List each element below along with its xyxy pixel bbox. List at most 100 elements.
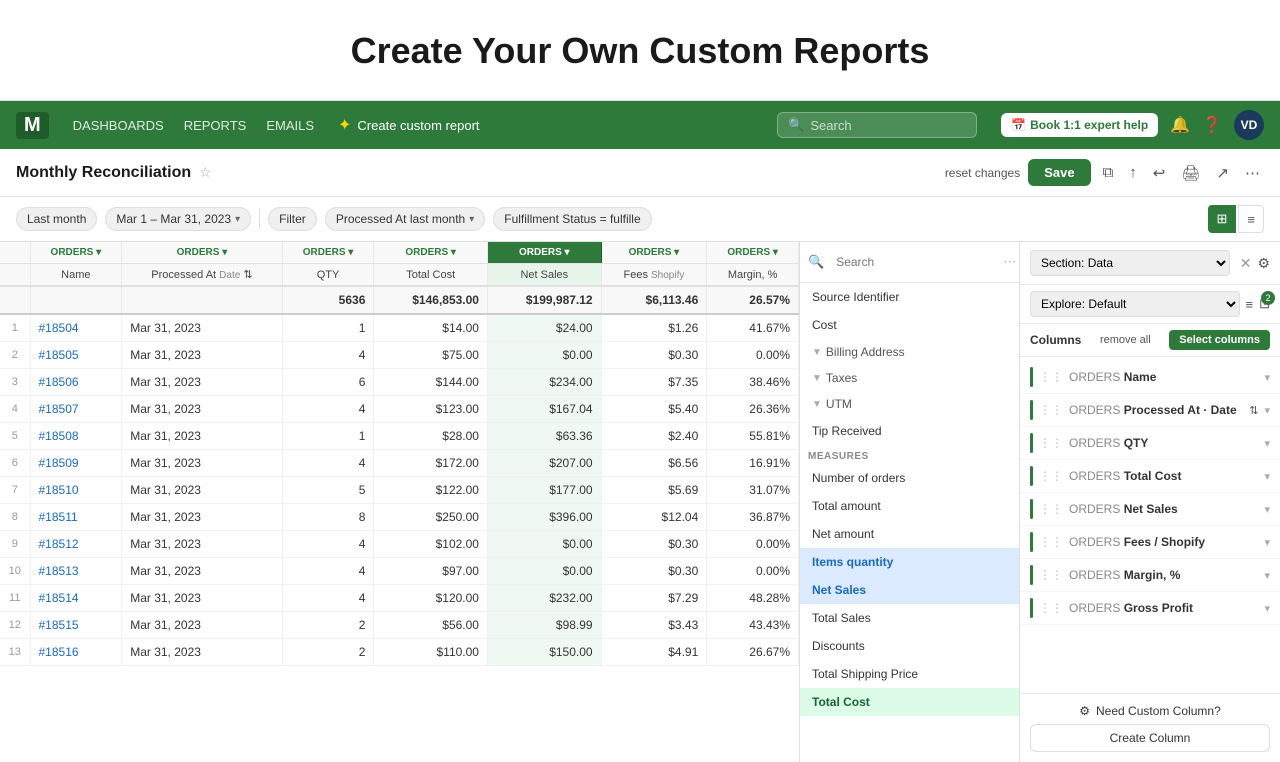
hero-title: Create Your Own Custom Reports <box>0 30 1280 72</box>
print-icon-btn[interactable]: 🖨 <box>1177 160 1204 186</box>
create-custom-report-btn[interactable]: ✦ Create custom report <box>338 115 480 135</box>
drag-handle[interactable]: ⋮⋮ <box>1039 535 1063 549</box>
chevron-down-icon-2: ▾ <box>469 214 474 225</box>
table-row: 13#18516Mar 31, 20232$110.00$150.00$4.91… <box>0 639 799 666</box>
select-columns-btn[interactable]: Select columns <box>1169 330 1270 350</box>
field-item-net-amount[interactable]: Net amount <box>800 520 1019 548</box>
field-item-total-cost[interactable]: Total Cost <box>800 688 1019 716</box>
more-options-btn[interactable]: ⋯ <box>1241 160 1264 186</box>
share-icon-btn[interactable]: ↑ <box>1125 160 1141 185</box>
field-item-shipping[interactable]: Total Shipping Price <box>800 660 1019 688</box>
field-item-discounts[interactable]: Discounts <box>800 632 1019 660</box>
drag-handle[interactable]: ⋮⋮ <box>1039 568 1063 582</box>
col-group-fees: ORDERS ▾ <box>601 242 707 264</box>
section-select[interactable]: Section: Data <box>1030 250 1230 276</box>
book-expert-btn[interactable]: 📅 Book 1:1 expert help <box>1001 113 1158 137</box>
save-btn[interactable]: Save <box>1028 159 1090 186</box>
field-item-tip[interactable]: Tip Received <box>800 417 1019 445</box>
filter-badge: 2 <box>1261 291 1275 305</box>
drag-handle[interactable]: ⋮⋮ <box>1039 436 1063 450</box>
field-label: Discounts <box>812 639 865 653</box>
more-icon[interactable]: ⋯ <box>1003 254 1016 270</box>
col-header-qty[interactable]: QTY <box>282 264 374 287</box>
user-avatar[interactable]: VD <box>1234 110 1264 140</box>
col-header-margin[interactable]: Margin, % <box>707 264 799 287</box>
filter-icon-wrap[interactable]: ⊡ 2 <box>1259 296 1270 312</box>
processed-at-chip[interactable]: Processed At last month ▾ <box>325 207 485 231</box>
column-item: ⋮⋮ ORDERS QTY ▾ <box>1020 427 1280 460</box>
reset-changes-btn[interactable]: reset changes <box>945 166 1020 180</box>
filter-bar: Last month Mar 1 – Mar 31, 2023 ▾ Filter… <box>0 197 1280 242</box>
column-chevron-icon[interactable]: ▾ <box>1264 404 1270 417</box>
field-item-items-qty[interactable]: Items quantity <box>800 548 1019 576</box>
field-expand-taxes[interactable]: ▼ Taxes <box>800 365 1019 391</box>
external-link-icon-btn[interactable]: ↗ <box>1212 160 1233 186</box>
field-label: Total amount <box>812 499 881 513</box>
column-chevron-icon[interactable]: ▾ <box>1264 536 1270 549</box>
list-view-btn[interactable]: ≡ <box>1238 205 1264 233</box>
field-item-total-sales[interactable]: Total Sales <box>800 604 1019 632</box>
col-header-name[interactable]: Name <box>30 264 122 287</box>
date-range-label: Last month <box>27 212 86 226</box>
field-label: Cost <box>812 318 837 332</box>
field-expand-utm[interactable]: ▼ UTM <box>800 391 1019 417</box>
column-bar <box>1030 565 1033 585</box>
column-chevron-icon[interactable]: ▾ <box>1264 371 1270 384</box>
favorite-btn[interactable]: ☆ <box>199 164 212 181</box>
field-item-cost[interactable]: Cost <box>800 311 1019 339</box>
undo-icon-btn[interactable]: ↩ <box>1149 160 1170 186</box>
grid-view-btn[interactable]: ⊞ <box>1208 205 1237 233</box>
drag-handle[interactable]: ⋮⋮ <box>1039 370 1063 384</box>
close-columns-icon[interactable]: ✕ <box>1240 255 1252 272</box>
field-item-net-sales[interactable]: Net Sales <box>800 576 1019 604</box>
table-row: 2#18505Mar 31, 20234$75.00$0.00$0.300.00… <box>0 342 799 369</box>
column-item: ⋮⋮ ORDERS Margin, % ▾ <box>1020 559 1280 592</box>
field-item-source[interactable]: Source Identifier <box>800 283 1019 311</box>
gear-icon[interactable]: ⚙ <box>1257 255 1270 272</box>
nav-dashboards[interactable]: DASHBOARDS <box>73 118 164 133</box>
field-item-total-amount[interactable]: Total amount <box>800 492 1019 520</box>
col-header-cost[interactable]: Total Cost <box>374 264 488 287</box>
bell-icon[interactable]: 🔔 <box>1170 115 1190 135</box>
column-bar <box>1030 466 1033 486</box>
create-column-btn[interactable]: Create Column <box>1030 724 1270 752</box>
lines-icon[interactable]: ≡ <box>1246 297 1254 312</box>
drag-handle[interactable]: ⋮⋮ <box>1039 469 1063 483</box>
field-item-num-orders[interactable]: Number of orders <box>800 464 1019 492</box>
drag-handle[interactable]: ⋮⋮ <box>1039 601 1063 615</box>
table-row: 8#18511Mar 31, 20238$250.00$396.00$12.04… <box>0 504 799 531</box>
column-items-list: ⋮⋮ ORDERS Name ▾ ⋮⋮ ORDERS Processed At … <box>1020 357 1280 693</box>
column-chevron-icon[interactable]: ▾ <box>1264 602 1270 615</box>
navbar: M DASHBOARDS REPORTS EMAILS ✦ Create cus… <box>0 101 1280 149</box>
column-chevron-icon[interactable]: ▾ <box>1264 569 1270 582</box>
search-input[interactable] <box>810 118 966 133</box>
date-value-label: Mar 1 – Mar 31, 2023 <box>116 212 231 226</box>
date-range-chip[interactable]: Last month <box>16 207 97 231</box>
field-label: Number of orders <box>812 471 905 485</box>
column-chevron-icon[interactable]: ▾ <box>1264 470 1270 483</box>
field-search-input[interactable] <box>828 250 999 274</box>
totals-row: 5636 $146,853.00 $199,987.12 $6,113.46 2… <box>0 286 799 314</box>
measures-section-label: MEASURES <box>800 445 1019 464</box>
nav-emails[interactable]: EMAILS <box>266 118 314 133</box>
help-icon[interactable]: ❓ <box>1202 115 1222 135</box>
chevron-right-icon-3: ▼ <box>812 399 822 410</box>
field-label: Net amount <box>812 527 874 541</box>
drag-handle[interactable]: ⋮⋮ <box>1039 502 1063 516</box>
nav-reports[interactable]: REPORTS <box>184 118 247 133</box>
col-header-processed[interactable]: Processed At Date ⇅ <box>122 264 282 287</box>
column-chevron-icon[interactable]: ▾ <box>1264 503 1270 516</box>
drag-handle[interactable]: ⋮⋮ <box>1039 403 1063 417</box>
navbar-search[interactable]: 🔍 <box>777 112 977 138</box>
remove-all-btn[interactable]: remove all <box>1100 334 1151 346</box>
fulfillment-chip[interactable]: Fulfillment Status = fulfille <box>493 207 651 231</box>
copy-icon-btn[interactable]: ⧉ <box>1099 160 1118 185</box>
col-header-netsales[interactable]: Net Sales <box>487 264 601 287</box>
create-report-label: Create custom report <box>357 118 479 133</box>
filter-btn[interactable]: Filter <box>268 207 317 231</box>
explore-select[interactable]: Explore: Default <box>1030 291 1240 317</box>
field-expand-billing[interactable]: ▼ Billing Address <box>800 339 1019 365</box>
col-header-fees[interactable]: Fees Shopify <box>601 264 707 287</box>
date-value-chip[interactable]: Mar 1 – Mar 31, 2023 ▾ <box>105 207 251 231</box>
column-chevron-icon[interactable]: ▾ <box>1264 437 1270 450</box>
